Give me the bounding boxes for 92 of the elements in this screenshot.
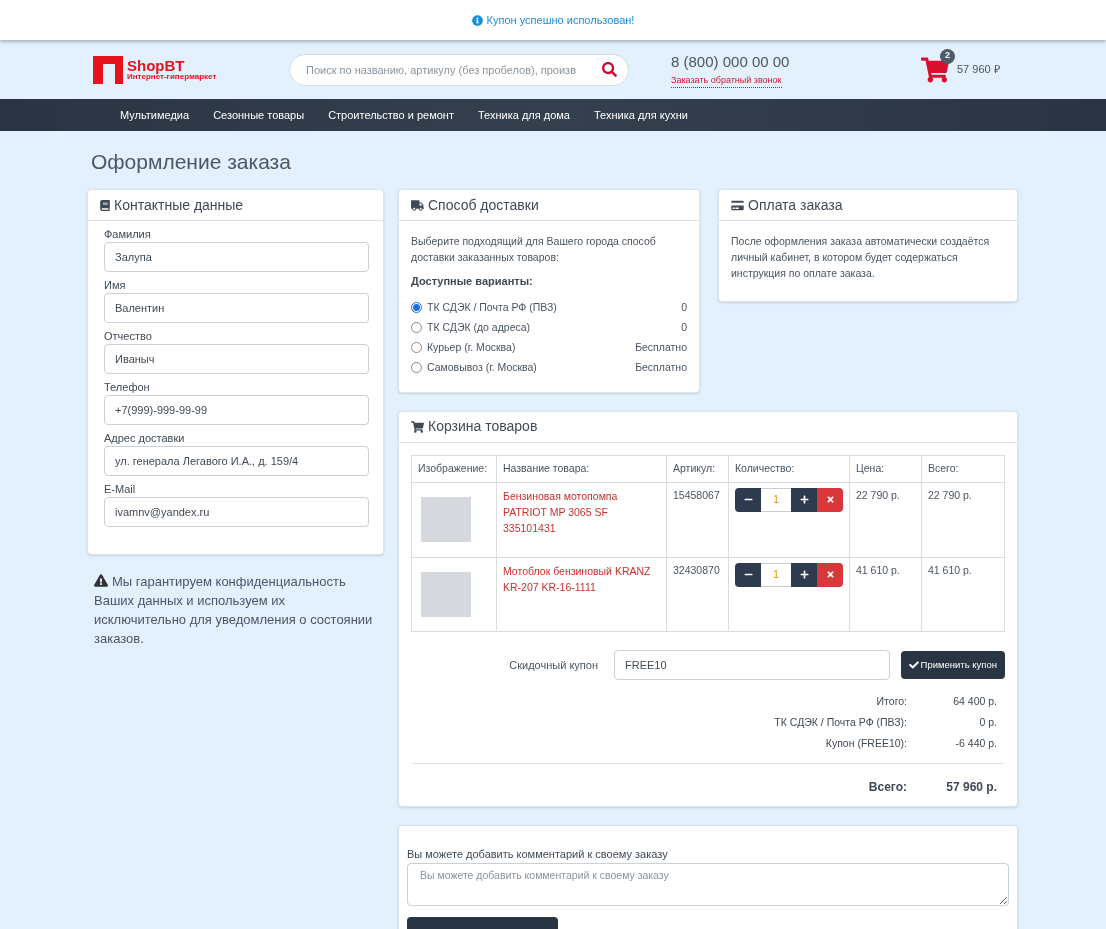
comment-field[interactable]: Вы можете добавить комментарий к своему заказу [407,863,1009,907]
notice-text: Купон успешно использован! [486,12,635,28]
radio-button[interactable] [411,342,422,354]
radio-button[interactable] [411,322,422,334]
field-label: E-Mail [104,482,137,498]
cart-icon [411,420,424,433]
summary-label: ТК СДЭК / Почта РФ (ПВЗ): [774,715,907,731]
nav-link[interactable]: Строительство и ремонт [316,106,466,124]
table-cell: 41 610 р. [849,557,922,632]
text-field[interactable]: ул. генерала Легавого И.А., д. 159/4 [104,446,369,477]
nav-link[interactable]: Техника для кухни [581,106,700,124]
field-label: Телефон [104,380,151,396]
product-photo-placeholder [421,571,471,617]
text-field[interactable]: +7(999)-999-99-99 [104,395,369,426]
table-cell: 41 610 р. [921,557,1005,632]
remove-button[interactable] [817,562,843,587]
search-field[interactable]: Поиск по названию, артикулу (без пробелов), произв [289,53,629,86]
increase-button[interactable] [791,487,817,512]
option-price: Бесплатно [635,339,687,355]
comment-label: Вы можете добавить комментарий к своему заказу [407,846,669,862]
column-header: Всего: [921,455,1005,483]
option-price: 0 [681,299,687,315]
summary-label: Итого: [876,694,907,710]
table-cell: 22 790 р. [921,482,1005,558]
nav-link[interactable]: Сезонные товары [201,106,317,124]
checkmark-icon [908,659,919,670]
table-cell: 15458067 [666,482,729,558]
nav-link[interactable]: Мультимедиа [108,106,202,124]
cart-icon[interactable] [921,56,949,83]
plus-icon [799,570,809,580]
option-label: ТК СДЭК / Почта РФ (ПВЗ) [427,299,558,315]
search-icon[interactable] [602,61,617,77]
text-field[interactable]: ivamnv@yandex.ru [104,497,369,528]
table-cell: 22 790 р. [849,482,922,558]
option-label: Курьер (г. Москва) [427,339,517,355]
delivery-intro: Выберите подходящий для Вашего города способ доставки заказанных товаров: [411,234,657,266]
cart-count-badge: 2 [940,48,955,64]
panel-title: Способ доставки [428,195,539,215]
grand-total-label: Всего: [868,778,907,796]
field-label: Фамилия [104,227,152,243]
summary-value: 64 400 р. [952,694,998,710]
field-label: Отчество [104,329,153,345]
callback-link[interactable]: Заказать обратный звонок [671,73,782,88]
book-icon [100,199,110,211]
text-field[interactable]: Валентин [104,293,369,324]
summary-value: -6 440 р. [954,736,998,752]
radio-button[interactable] [411,362,422,374]
field-label: Адрес доставки [104,431,186,447]
truck-icon [411,199,424,211]
logo-tagline: Интернет-гипермаркет [127,73,217,81]
table-cell: 32430870 [666,557,729,632]
decrease-button[interactable] [735,562,761,587]
warning-icon [94,574,108,588]
option-price: 0 [681,319,687,335]
text-field[interactable]: Залупа [104,242,369,273]
close-icon [825,570,835,580]
field-label: Имя [104,278,127,294]
logo-name: ShopBT [127,58,186,73]
column-header: Количество: [728,455,850,483]
nav-link[interactable]: Техника для дома [465,106,582,124]
panel-title: Оплата заказа [748,195,843,215]
summary-value: 0 р. [978,715,998,731]
column-header: Изображение: [411,455,497,483]
coupon-field[interactable]: FREE10 [614,649,890,680]
info-icon [471,14,483,26]
column-header: Название товара: [496,455,667,483]
column-header: Артикул: [666,455,729,483]
remove-button[interactable] [817,487,843,512]
summary-label: Купон (FREE10): [825,736,907,752]
phone-number: 8 (800) 000 00 00 [671,52,790,72]
plus-icon [799,495,809,505]
column-header: Цена: [849,455,922,483]
grand-total-value: 57 960 р. [945,778,998,796]
text-field[interactable]: Иваныч [104,344,369,375]
decrease-button[interactable] [735,487,761,512]
apply-coupon-button[interactable]: Применить купон [900,650,1005,679]
card-icon [731,199,744,211]
option-label: Самовывоз (г. Москва) [427,359,538,375]
panel-title: Контактные данные [114,195,244,215]
increase-button[interactable] [791,562,817,587]
panel-title: Корзина товаров [428,417,538,437]
privacy-note: Мы гарантируем конфиденциальность Ваших данных и используем их исключительно для уведомления о состоянии заказов. [94,573,374,649]
cart-total: 57 960 ₽ [957,62,1000,78]
product-photo-placeholder [421,497,471,543]
logo-icon [93,55,123,84]
options-heading: Доступные варианты: [411,274,534,290]
option-price: Бесплатно [635,359,687,375]
close-icon [825,495,835,505]
option-label: ТК СДЭК (до адреса) [427,319,532,335]
page-title: Оформление заказа [91,149,292,175]
coupon-label: Скидочный купон [508,657,599,673]
payment-text: После оформления заказа автоматически создаётся личный кабинет, в котором будет содержаться инструкция по оплате заказа. [731,234,991,282]
